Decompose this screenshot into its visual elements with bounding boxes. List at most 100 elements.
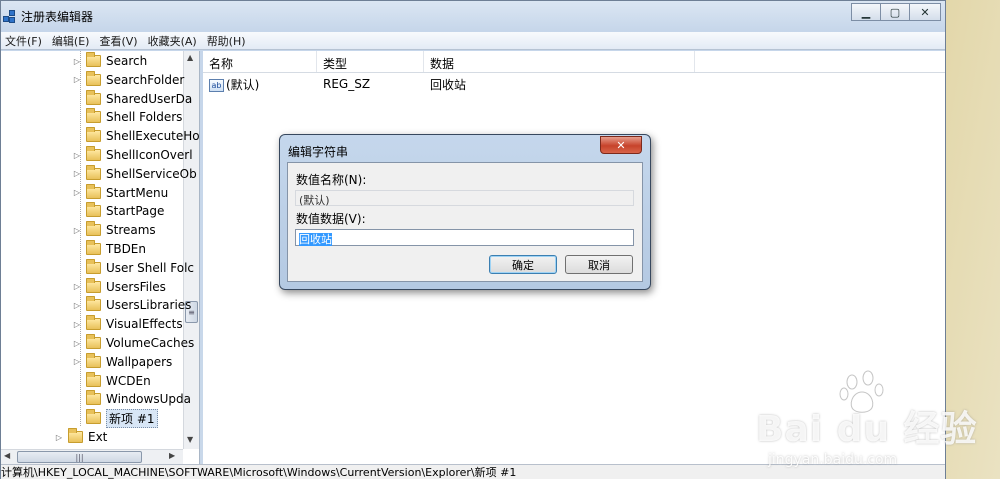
tree-node[interactable]: Shell Folders bbox=[72, 108, 182, 126]
tree-node[interactable]: ▷ VolumeCaches bbox=[72, 334, 194, 352]
scroll-left-icon[interactable]: ◀ bbox=[4, 451, 10, 460]
tree-node-label: UsersLibraries bbox=[106, 298, 192, 313]
scroll-down-icon[interactable]: ▼ bbox=[187, 435, 193, 444]
title-bar[interactable]: 注册表编辑器 ▁ ▢ ✕ bbox=[1, 1, 945, 32]
expand-arrow-icon[interactable]: ▷ bbox=[72, 225, 82, 235]
scroll-right-icon[interactable]: ▶ bbox=[169, 451, 175, 460]
tree-node-label: VisualEffects bbox=[106, 317, 183, 332]
tree-node[interactable]: ▷ Wallpapers bbox=[72, 352, 172, 371]
tree-horizontal-scrollbar[interactable]: ◀ ||| ▶ bbox=[1, 449, 183, 464]
tree-node[interactable]: ▷ UsersLibraries bbox=[72, 296, 191, 314]
expand-arrow-icon[interactable]: ▷ bbox=[54, 432, 64, 442]
folder-icon bbox=[86, 108, 101, 124]
value-type: REG_SZ bbox=[323, 77, 371, 91]
expand-arrow-icon[interactable]: ▷ bbox=[72, 357, 82, 367]
edit-string-dialog: 编辑字符串 ✕ 数值名称(N): (默认) 数值数据(V): 回收站 确定 取消 bbox=[279, 134, 651, 290]
folder-icon bbox=[86, 52, 101, 67]
registry-app-icon bbox=[3, 9, 17, 24]
string-value-icon: ab bbox=[209, 78, 224, 92]
tree-node[interactable]: WCDEn bbox=[72, 371, 151, 390]
expand-arrow-icon[interactable]: ▷ bbox=[72, 300, 82, 310]
tree-node[interactable]: ▷ Streams bbox=[72, 221, 156, 239]
tree-node[interactable]: ▷ StartMenu bbox=[72, 183, 169, 202]
tree-node[interactable]: ▷ ShellIconOverl bbox=[72, 146, 193, 164]
folder-icon bbox=[86, 334, 101, 349]
value-name-label: 数值名称(N): bbox=[296, 173, 367, 187]
tree-node-label: WindowsUpda bbox=[106, 392, 191, 407]
maximize-button[interactable]: ▢ bbox=[880, 3, 910, 21]
horizontal-scroll-thumb[interactable]: ||| bbox=[17, 451, 142, 463]
folder-icon bbox=[86, 390, 101, 406]
expand-arrow-icon[interactable]: ▷ bbox=[72, 319, 82, 329]
cancel-button[interactable]: 取消 bbox=[565, 255, 633, 274]
expand-arrow-icon[interactable]: ▷ bbox=[72, 188, 82, 198]
tree-node[interactable]: WindowsUpda bbox=[72, 390, 191, 408]
tree-node[interactable]: ▷ Ext bbox=[54, 428, 107, 446]
tree-node[interactable]: ▷ ShellServiceOb bbox=[72, 164, 197, 183]
folder-icon bbox=[86, 183, 101, 199]
expand-arrow-icon[interactable]: ▷ bbox=[72, 338, 82, 348]
tree-node-label: StartPage bbox=[106, 204, 165, 219]
tree-node[interactable]: ▷ UsersFiles bbox=[72, 277, 166, 296]
scroll-up-icon[interactable]: ▲ bbox=[187, 53, 193, 62]
menu-edit[interactable]: 编辑(E) bbox=[48, 33, 96, 49]
tree-node[interactable]: ShellExecuteHo bbox=[72, 127, 199, 145]
minimize-button[interactable]: ▁ bbox=[851, 3, 881, 21]
expand-arrow-icon[interactable]: ▷ bbox=[72, 56, 82, 66]
folder-icon bbox=[86, 146, 101, 161]
tree-node-label: VolumeCaches bbox=[106, 336, 195, 350]
folder-icon bbox=[86, 89, 101, 105]
dialog-title: 编辑字符串 bbox=[288, 145, 349, 159]
tree-node-label: 新项 #1 bbox=[106, 408, 158, 428]
value-data-input[interactable]: 回收站 bbox=[295, 229, 634, 246]
baidu-watermark: Bai du 经验 jingyan.baidu.com bbox=[756, 370, 1000, 479]
expand-arrow-icon[interactable]: ▷ bbox=[72, 282, 82, 292]
window-controls: ▁ ▢ ✕ bbox=[851, 3, 941, 21]
dialog-body: 数值名称(N): (默认) 数值数据(V): 回收站 确定 取消 bbox=[287, 162, 643, 282]
tree-node[interactable]: 新项 #1 bbox=[72, 408, 158, 428]
tree-node[interactable]: StartPage bbox=[72, 202, 164, 220]
tree-node[interactable]: User Shell Folc bbox=[72, 258, 194, 277]
ok-button[interactable]: 确定 bbox=[489, 255, 557, 274]
tree-node[interactable]: ▷ SearchFolder bbox=[72, 70, 185, 89]
tree-node-label: WCDEn bbox=[106, 373, 151, 388]
list-row[interactable]: ab (默认) REG_SZ 回收站 bbox=[203, 73, 945, 95]
folder-icon bbox=[86, 70, 101, 86]
menu-bar: 文件(F) 编辑(E) 查看(V) 收藏夹(A) 帮助(H) bbox=[1, 32, 945, 50]
tree-node-label: SearchFolder bbox=[106, 72, 185, 87]
selected-text: 回收站 bbox=[299, 233, 332, 246]
folder-icon bbox=[86, 240, 101, 255]
menu-view[interactable]: 查看(V) bbox=[95, 33, 143, 49]
tree-vertical-scrollbar[interactable]: ▲ ≡ ▼ bbox=[183, 51, 199, 449]
tree-node[interactable]: SharedUserDa bbox=[72, 89, 192, 108]
menu-file[interactable]: 文件(F) bbox=[1, 33, 48, 49]
tree-node-label: StartMenu bbox=[106, 185, 169, 200]
value-name-cell: ab (默认) bbox=[203, 76, 317, 93]
close-button[interactable]: ✕ bbox=[909, 3, 941, 21]
registry-tree[interactable]: ▲ ≡ ▼ ◀ ||| ▶ ▷ Search ▷ SearchFolder Shared… bbox=[1, 51, 200, 464]
folder-icon bbox=[68, 428, 83, 443]
folder-icon bbox=[86, 258, 101, 274]
expand-arrow-icon[interactable]: ▷ bbox=[72, 169, 82, 179]
menu-favorites[interactable]: 收藏夹(A) bbox=[144, 33, 203, 49]
expand-arrow-icon[interactable]: ▷ bbox=[72, 75, 82, 85]
tree-node[interactable]: ▷ Search bbox=[72, 52, 147, 70]
watermark-brand: Bai du 经验 bbox=[756, 409, 978, 450]
dialog-close-button[interactable]: ✕ bbox=[600, 136, 642, 154]
menu-help[interactable]: 帮助(H) bbox=[203, 33, 252, 49]
tree-node[interactable]: TBDEn bbox=[72, 240, 146, 258]
column-type[interactable]: 类型 bbox=[317, 51, 424, 72]
list-header: 名称 类型 数据 bbox=[203, 51, 945, 73]
column-data[interactable]: 数据 bbox=[424, 51, 695, 72]
tree-node-label: TBDEn bbox=[106, 242, 146, 256]
value-data-label: 数值数据(V): bbox=[296, 212, 366, 226]
value-data: 回收站 bbox=[430, 77, 467, 92]
tree-node-label: Search bbox=[106, 54, 148, 68]
value-name: (默认) bbox=[226, 77, 260, 92]
expand-arrow-icon[interactable]: ▷ bbox=[72, 150, 82, 160]
tree-node[interactable]: ▷ VisualEffects bbox=[72, 315, 183, 333]
column-name[interactable]: 名称 bbox=[203, 51, 317, 72]
